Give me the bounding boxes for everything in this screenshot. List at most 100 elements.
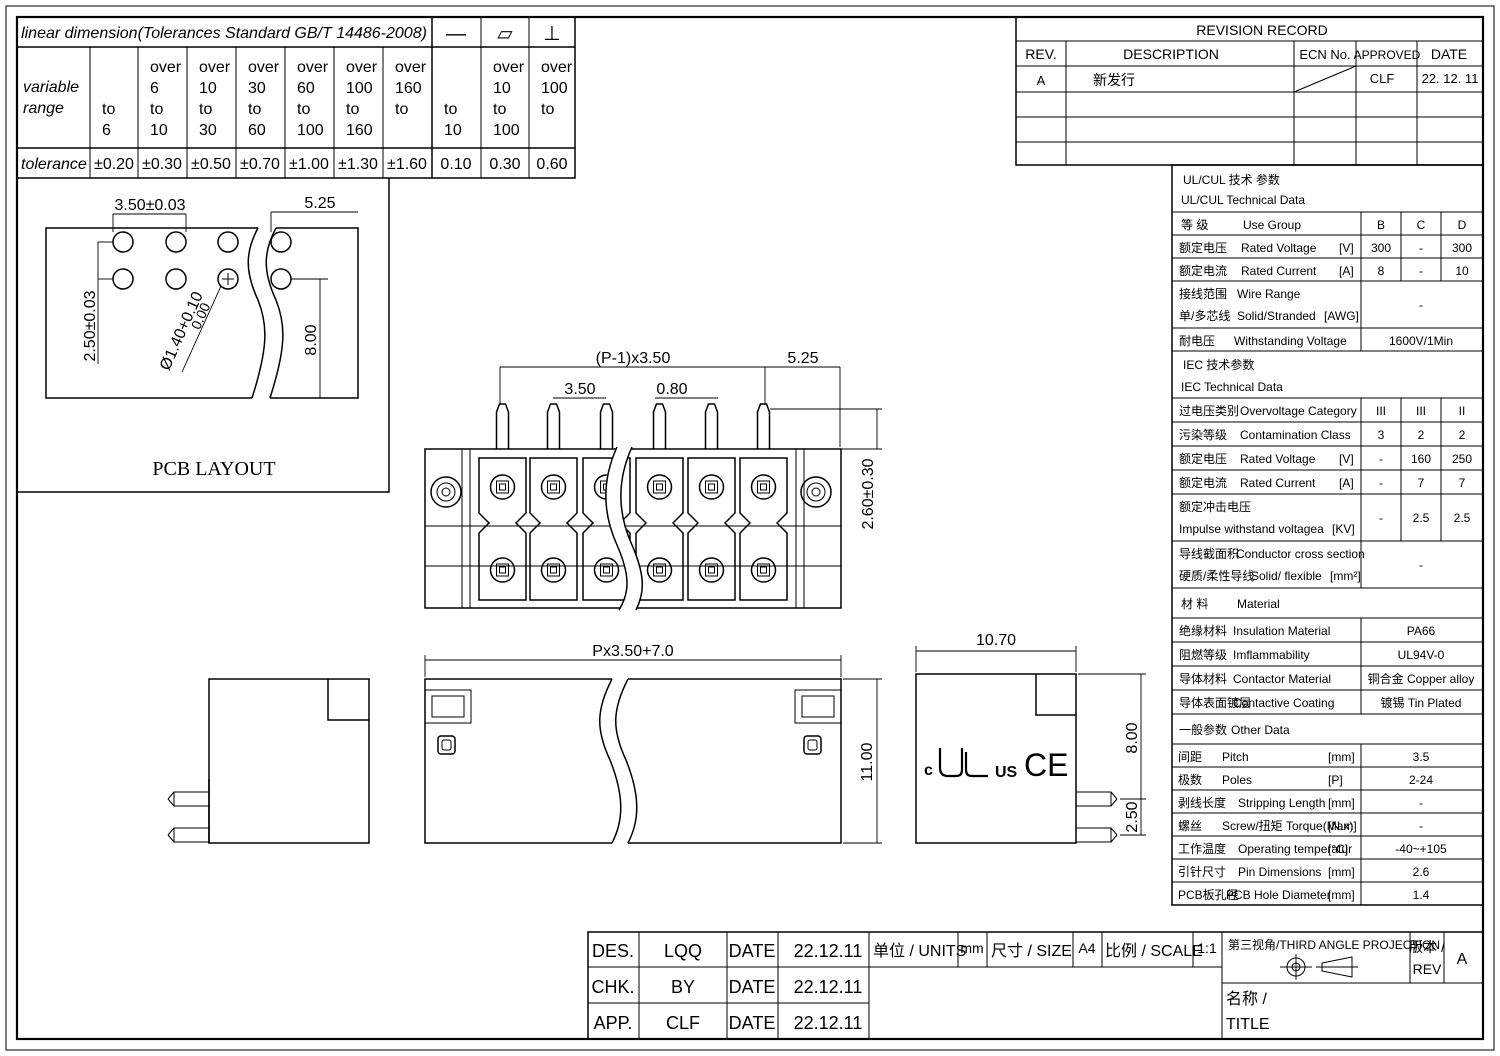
range-text: 6 — [150, 80, 159, 97]
use-group-value: D — [1458, 218, 1467, 232]
other-row-value: 3.5 — [1413, 750, 1430, 764]
other-row-cn: 工作温度 — [1178, 841, 1226, 856]
other-row-cn: 极数 — [1178, 772, 1202, 787]
size-label: 尺寸 / SIZE — [991, 942, 1072, 960]
ul-row-en: Rated Voltage — [1241, 241, 1317, 255]
terminal-screw — [698, 474, 725, 500]
range-text: over — [541, 59, 573, 76]
top-pitch-dim: 3.50 — [564, 381, 595, 398]
tolerance-value: ±1.00 — [289, 156, 329, 173]
other-row-value: 2-24 — [1409, 773, 1433, 787]
range-text: 10 — [199, 80, 217, 97]
terminal-screw — [540, 474, 567, 500]
other-row-unit: [P] — [1328, 773, 1343, 787]
other-row-cn: 间距 — [1178, 750, 1202, 764]
scale-value: 1:1 — [1197, 940, 1217, 956]
range-text: 160 — [395, 80, 422, 97]
conductor-cn: 导线截面积 — [1179, 547, 1239, 561]
range-text: over — [493, 59, 525, 76]
material-row-value: 镀锡 Tin Plated — [1381, 695, 1462, 710]
pin — [704, 403, 719, 449]
iec-row-value: 3 — [1378, 428, 1385, 442]
iec-row-cn: 污染等级 — [1179, 427, 1227, 442]
other-row-value: 1.4 — [1413, 888, 1430, 902]
rev-header: REV. — [1025, 46, 1056, 62]
iec-row-en: Rated Voltage — [1240, 452, 1316, 466]
approval-name: CLF — [666, 1013, 700, 1033]
ul-row-unit: [V] — [1339, 241, 1354, 255]
conductor-en: Conductor cross section — [1236, 547, 1365, 561]
straightness-symbol: — — [446, 23, 466, 45]
range-text: to — [444, 101, 457, 118]
ul-row-cn: 额定电流 — [1179, 263, 1227, 278]
top-pin-dim: 0.80 — [656, 381, 687, 398]
use-group-value: B — [1377, 218, 1385, 232]
conductor-cn2: 硬质/柔性导线 — [1179, 569, 1254, 583]
rev-value: A — [1037, 73, 1046, 88]
pin — [495, 403, 510, 449]
side-lower-dim: 2.50 — [1124, 801, 1141, 832]
wire-cn: 接线范围 — [1179, 286, 1227, 301]
iec-title-cn: IEC 技术参数 — [1183, 357, 1254, 372]
range-text: 60 — [297, 80, 315, 97]
range-text: 10 — [444, 122, 462, 139]
range-text: over — [297, 59, 329, 76]
iec-row-cn: 过电压类别 — [1179, 404, 1239, 418]
pcb-hole — [217, 231, 239, 253]
range-text: to — [395, 101, 408, 118]
title-label-cn: 名称 / — [1226, 990, 1267, 1008]
range-text: to — [541, 101, 554, 118]
withstand-value: 1600V/1Min — [1389, 334, 1453, 348]
date-value: 22. 12. 11 — [1422, 71, 1479, 86]
material-row-cn: 导体材料 — [1179, 672, 1227, 686]
iec-row-value: III — [1376, 404, 1386, 418]
use-group-cn: 等 级 — [1181, 218, 1208, 232]
iec-row-value: - — [1379, 476, 1383, 490]
wire-cn2: 单/多芯线 — [1179, 309, 1230, 323]
pin — [756, 403, 771, 449]
ul-row-value: 300 — [1452, 241, 1472, 255]
ul-logo-icon — [938, 748, 988, 778]
ul-row-value: - — [1419, 241, 1423, 255]
other-row-en: Poles — [1222, 773, 1252, 787]
ul-title-cn: UL/CUL 技术 参数 — [1183, 172, 1280, 187]
range-text: over — [248, 59, 280, 76]
terminal-screw — [646, 557, 673, 583]
iec-row-value: 2 — [1459, 428, 1466, 442]
units-value: mm — [960, 940, 983, 956]
range-text: over — [199, 59, 231, 76]
units-label: 单位 / UNITS — [873, 942, 966, 960]
wire-value: - — [1419, 298, 1423, 312]
other-row-en: Stripping Length — [1238, 796, 1325, 810]
iec-row-value: 160 — [1411, 452, 1431, 466]
iec-row-value: 7 — [1418, 476, 1425, 490]
terminal-pole — [687, 457, 736, 601]
range-text: 100 — [493, 122, 520, 139]
approval-date-label: DATE — [729, 977, 776, 997]
top-span-dim: (P-1)x3.50 — [596, 350, 671, 367]
revision-record: REVISION RECORD REV. DESCRIPTION ECN No.… — [1015, 16, 1484, 166]
other-row-en: Pitch — [1222, 750, 1249, 764]
range-text: to — [346, 101, 359, 118]
conductor-unit: [mm²] — [1330, 569, 1361, 583]
tolerance-value: 0.60 — [536, 156, 567, 173]
right-side-view: c US CE 10.70 8.00 2.50 — [915, 632, 1146, 844]
pcb-hole — [165, 231, 187, 253]
ul-row-cn: 额定电压 — [1179, 240, 1227, 255]
iec-title-en: IEC Technical Data — [1181, 380, 1283, 394]
range-cells: to 6 over 6 to 10 over 10 to 30 over 30 to 60 over 60 to… — [102, 59, 573, 139]
other-row-unit: [mm] — [1328, 865, 1355, 879]
iec-row-en: Rated Current — [1240, 476, 1316, 490]
range-text: 60 — [248, 122, 266, 139]
iec-row-value: - — [1379, 452, 1383, 466]
ul-mark-us: US — [995, 764, 1018, 781]
tolerance-cells: ±0.20 ±0.30 ±0.50 ±0.70 ±1.00 ±1.30 ±1.60 0.10 0… — [94, 156, 568, 173]
approval-date-label: DATE — [729, 1013, 776, 1033]
material-row-value: PA66 — [1407, 624, 1436, 638]
range-text: to — [297, 101, 310, 118]
perpendicularity-symbol: ⊥ — [543, 23, 560, 45]
material-row-en: Imflammability — [1233, 648, 1310, 662]
impulse-cn: 额定冲击电压 — [1179, 499, 1251, 514]
pcb-pitch-dim: 3.50±0.03 — [114, 197, 185, 214]
impulse-en: Impulse withstand voltagea — [1179, 522, 1324, 536]
